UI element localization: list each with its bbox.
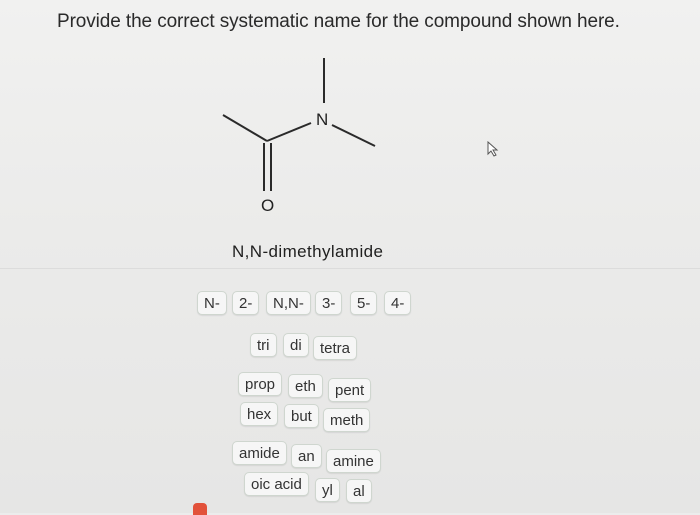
chip-locant-n[interactable]: N- xyxy=(197,291,227,315)
chip-stem-pent[interactable]: pent xyxy=(328,378,372,402)
question-prompt: Provide the correct systematic name for … xyxy=(57,11,620,32)
divider xyxy=(0,268,700,269)
chip-suffix-yl[interactable]: yl xyxy=(315,478,340,502)
chip-suffix-amide[interactable]: amide xyxy=(232,441,287,465)
bottom-tab-marker xyxy=(193,503,207,515)
chip-stem-eth[interactable]: eth xyxy=(288,374,323,398)
chip-stem-hex[interactable]: hex xyxy=(240,402,279,426)
nitrogen-label: N xyxy=(316,110,328,129)
molecule-structure: N O xyxy=(222,58,376,215)
chip-suffix-amine[interactable]: amine xyxy=(326,449,381,473)
bond-n-methyl-right xyxy=(331,124,376,147)
chip-locant-5[interactable]: 5- xyxy=(350,291,378,315)
answer-display: N,N-dimethylamide xyxy=(232,242,384,261)
chip-locant-3[interactable]: 3- xyxy=(315,291,343,315)
chip-suffix-al[interactable]: al xyxy=(346,479,372,503)
chip-multiplier-tri[interactable]: tri xyxy=(250,333,277,357)
chip-locant-4[interactable]: 4- xyxy=(384,291,412,315)
chip-stem-meth[interactable]: meth xyxy=(323,408,371,432)
chip-locant-2[interactable]: 2- xyxy=(232,291,260,315)
chip-stem-prop[interactable]: prop xyxy=(238,372,283,396)
chip-stem-but[interactable]: but xyxy=(284,404,319,428)
chip-suffix-oic-acid[interactable]: oic acid xyxy=(244,472,309,496)
chip-multiplier-tetra[interactable]: tetra xyxy=(313,336,358,360)
chip-multiplier-di[interactable]: di xyxy=(283,333,309,357)
oxygen-label: O xyxy=(261,196,274,215)
mouse-pointer-icon xyxy=(487,141,499,157)
bond-carbonyl-nitrogen xyxy=(266,122,312,142)
bond-methyl-carbonyl xyxy=(222,114,268,142)
question-page: Provide the correct systematic name for … xyxy=(0,0,700,515)
chip-suffix-an[interactable]: an xyxy=(291,444,322,468)
chip-locant-nn[interactable]: N,N- xyxy=(266,291,311,315)
